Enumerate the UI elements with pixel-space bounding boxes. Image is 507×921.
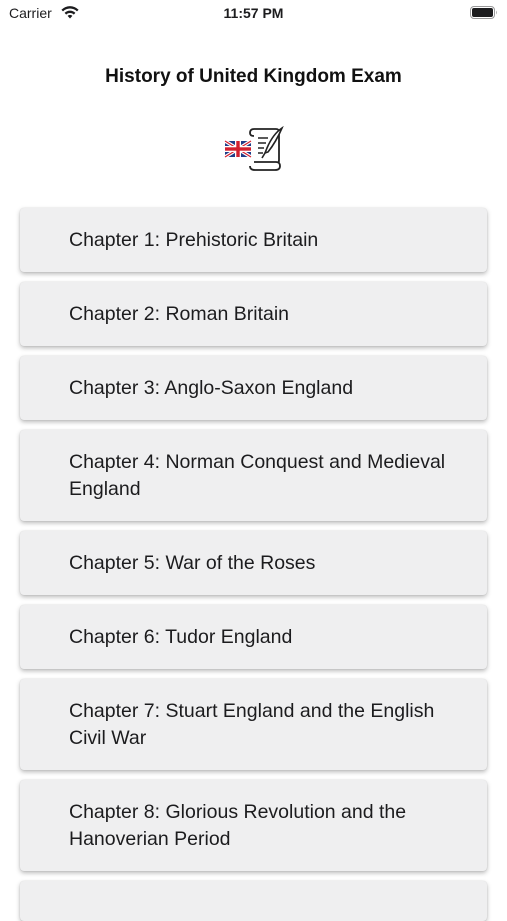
uk-flag-scroll-icon (224, 126, 284, 171)
chapter-1-button[interactable]: Chapter 1: Prehistoric Britain (20, 208, 487, 272)
chapter-2-button[interactable]: Chapter 2: Roman Britain (20, 282, 487, 346)
chapter-6-button[interactable]: Chapter 6: Tudor England (20, 605, 487, 669)
chapter-1-label: Chapter 1: Prehistoric Britain (69, 228, 319, 251)
chapter-4-label: Chapter 4: Norman Conquest and Medieval … (69, 450, 446, 500)
chapter-3-label: Chapter 3: Anglo-Saxon England (69, 376, 354, 399)
chapter-7-button[interactable]: Chapter 7: Stuart England and the Englis… (20, 679, 487, 770)
chapter-8-button[interactable]: Chapter 8: Glorious Revolution and the H… (20, 780, 487, 871)
chapter-6-label: Chapter 6: Tudor England (69, 625, 293, 648)
chapter-2-label: Chapter 2: Roman Britain (69, 302, 290, 325)
clock: 11:57 PM (223, 5, 284, 21)
battery-icon (470, 6, 497, 19)
chapter-5-label: Chapter 5: War of the Roses (69, 551, 316, 574)
chapter-8-label: Chapter 8: Glorious Revolution and the H… (69, 800, 407, 850)
chapter-3-button[interactable]: Chapter 3: Anglo-Saxon England (20, 356, 487, 420)
uk-flag-icon (224, 139, 252, 159)
chapter-4-button[interactable]: Chapter 4: Norman Conquest and Medieval … (20, 430, 487, 521)
page-title: History of United Kingdom Exam (105, 66, 402, 87)
status-bar: Carrier 11:57 PM (0, 0, 507, 28)
chapter-9-button[interactable] (20, 881, 487, 921)
chapter-7-label: Chapter 7: Stuart England and the Englis… (69, 699, 435, 749)
chapter-5-button[interactable]: Chapter 5: War of the Roses (20, 531, 487, 595)
